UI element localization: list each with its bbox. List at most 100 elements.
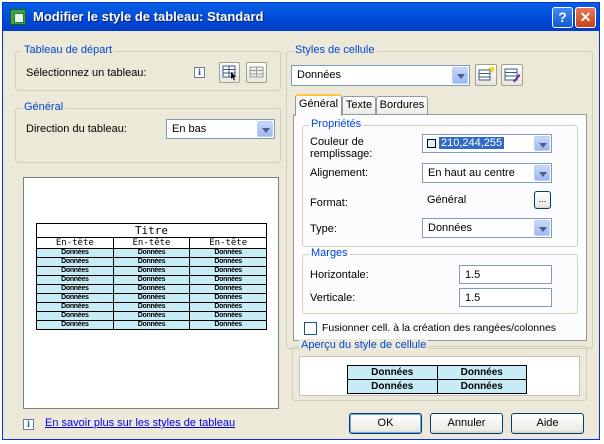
tab-borders-label: Bordures	[379, 99, 425, 111]
table-direction-value: En bas	[172, 123, 207, 135]
new-style-icon	[478, 66, 495, 81]
preview-data-cell: Données	[36, 311, 114, 321]
ok-button[interactable]: OK	[349, 413, 422, 434]
cell-style-preview-legend: Aperçu du style de cellule	[299, 339, 429, 351]
table-direction-select[interactable]: En bas	[166, 119, 275, 139]
manage-cell-styles-button[interactable]	[501, 64, 523, 86]
manage-styles-icon	[504, 68, 521, 83]
cell-style-preview-group: Aperçu du style de cellule Données Donné…	[292, 339, 587, 401]
cell-style-value: Données	[297, 69, 342, 81]
preview-data-cell: Données	[112, 302, 191, 312]
table-preview: Titre En-tête En-tête En-tête Données Don…	[23, 177, 279, 409]
format-label: Format:	[310, 197, 348, 209]
tab-general[interactable]: Général	[295, 94, 342, 116]
preview-data-cell: Données	[189, 257, 267, 267]
select-table-icon	[222, 65, 236, 81]
preview-data-cell: Données	[189, 284, 267, 294]
preview-data-cell: Données	[112, 257, 191, 267]
cell-styles-legend: Styles de cellule	[293, 44, 377, 56]
format-browse-button[interactable]: ...	[534, 191, 551, 209]
cell-style-preview-canvas: Données Données Données Données	[299, 356, 580, 396]
preview-style-cell: Données	[436, 379, 527, 394]
preview-data-cell: Données	[189, 275, 267, 285]
chevron-down-icon[interactable]	[452, 67, 468, 84]
properties-legend: Propriétés	[309, 118, 364, 130]
chevron-down-icon[interactable]	[534, 220, 550, 236]
horizontal-margin-value: 1.5	[465, 269, 481, 281]
close-icon: ✕	[579, 9, 592, 25]
preview-data-cell: Données	[112, 293, 191, 303]
cancel-button[interactable]: Annuler	[430, 413, 503, 434]
vertical-margin-value: 1.5	[465, 292, 481, 304]
alignment-label: Alignement:	[310, 167, 369, 179]
cell-style-select[interactable]: Données	[291, 65, 470, 86]
preview-header-cell: En-tête	[36, 237, 114, 249]
select-table-label: Sélectionnez un tableau:	[26, 67, 147, 79]
alignment-value: En haut au centre	[428, 167, 515, 179]
fill-color-value: 210,244,255	[439, 137, 505, 149]
ok-label: OK	[377, 417, 394, 429]
tab-text-label: Texte	[345, 99, 373, 111]
start-table-group: Tableau de départ Sélectionnez un tablea…	[15, 44, 281, 91]
info-icon: i	[23, 419, 34, 430]
vertical-margin-input[interactable]: 1.5	[459, 288, 552, 307]
preview-style-cell: Données	[436, 365, 527, 380]
preview-style-cell: Données	[347, 379, 438, 394]
horizontal-margin-label: Horizontale:	[310, 269, 369, 281]
fill-color-label: Couleur de remplissage:	[310, 136, 373, 160]
learn-more-link[interactable]: En savoir plus sur les styles de tableau	[45, 417, 235, 429]
preview-data-cell: Données	[36, 248, 114, 258]
type-select[interactable]: Données	[422, 218, 552, 238]
table-style-app-icon	[10, 9, 26, 25]
help-button[interactable]: Aide	[511, 413, 584, 434]
preview-data-cell: Données	[189, 248, 267, 258]
chevron-down-icon[interactable]	[534, 136, 550, 151]
merge-cells-checkbox[interactable]	[304, 322, 317, 335]
merge-cells-label[interactable]: Fusionner cell. à la création des rangée…	[322, 322, 556, 334]
type-label: Type:	[310, 223, 337, 235]
info-glyph: i	[26, 419, 31, 429]
title-bar[interactable]: Modifier le style de tableau: Standard ?…	[3, 3, 599, 31]
preview-data-cell: Données	[112, 266, 191, 276]
preview-data-cell: Données	[36, 302, 114, 312]
tab-borders[interactable]: Bordures	[376, 96, 428, 115]
start-table-legend: Tableau de départ	[22, 44, 115, 56]
info-icon[interactable]: i	[194, 67, 205, 78]
preview-data-cell: Données	[112, 284, 191, 294]
preview-data-cell: Données	[36, 257, 114, 267]
horizontal-margin-input[interactable]: 1.5	[459, 265, 552, 284]
alignment-select[interactable]: En haut au centre	[422, 163, 552, 183]
tab-panel-general: Propriétés Couleur de remplissage: 210,2…	[293, 114, 587, 341]
preview-header-cell: En-tête	[189, 237, 267, 249]
preview-data-cell: Données	[189, 293, 267, 303]
chevron-down-icon[interactable]	[534, 165, 550, 181]
help-title-button[interactable]: ?	[552, 7, 573, 28]
preview-data-cell: Données	[36, 284, 114, 294]
close-button[interactable]: ✕	[575, 7, 596, 28]
window-title: Modifier le style de tableau: Standard	[33, 9, 264, 24]
question-mark-icon: ?	[558, 9, 567, 25]
preview-data-cell: Données	[112, 311, 191, 321]
preview-data-cell: Données	[112, 248, 191, 258]
fill-color-select[interactable]: 210,244,255	[422, 134, 552, 153]
preview-table: Titre En-tête En-tête En-tête Données Don…	[36, 223, 267, 330]
preview-data-cell: Données	[112, 275, 191, 285]
new-cell-style-button[interactable]	[475, 64, 497, 86]
dialog-window: Modifier le style de tableau: Standard ?…	[2, 2, 600, 440]
preview-data-cell: Données	[189, 320, 267, 330]
tab-text[interactable]: Texte	[342, 96, 376, 115]
format-value: Général	[427, 194, 467, 206]
tab-general-label: Général	[298, 98, 339, 110]
help-label: Aide	[536, 417, 559, 429]
margins-legend: Marges	[309, 247, 350, 259]
preview-data-cell: Données	[112, 320, 191, 330]
chevron-down-icon[interactable]	[257, 121, 273, 137]
preview-style-cell: Données	[347, 365, 438, 380]
remove-table-button[interactable]	[246, 62, 267, 83]
preview-data-cell: Données	[189, 311, 267, 321]
preview-header-cell: En-tête	[112, 237, 191, 249]
preview-data-cell: Données	[36, 266, 114, 276]
table-grid-icon	[249, 66, 264, 78]
cell-style-preview-table: Données Données Données Données	[347, 365, 527, 394]
select-table-button[interactable]	[219, 62, 240, 83]
